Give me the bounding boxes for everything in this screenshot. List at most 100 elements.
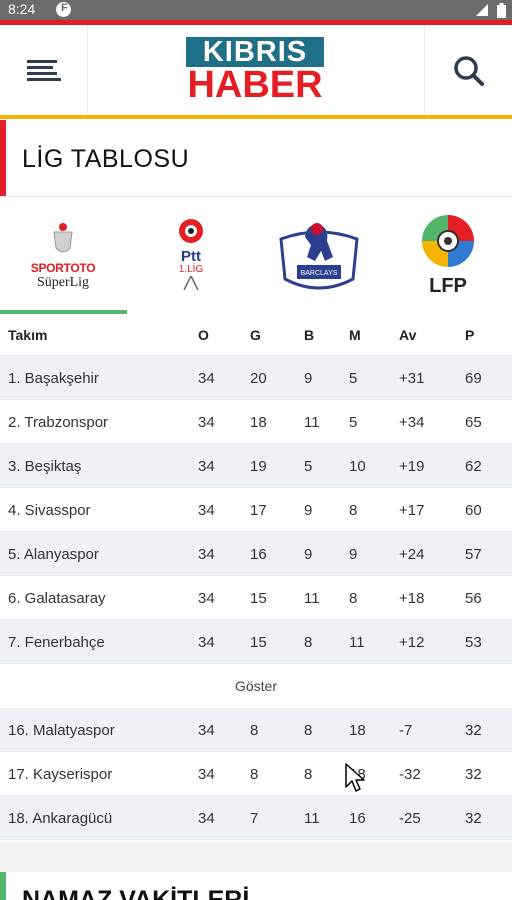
cell-o: 34 (198, 369, 215, 387)
lfp-logo: LFP (421, 214, 475, 298)
cell-m: 8 (349, 501, 358, 519)
section-accent-bar (0, 120, 6, 196)
cell-team: 3. Beşiktaş (8, 457, 82, 475)
logo-bottom-text: HABER (187, 64, 323, 106)
logo-top-text: KIBRIS (186, 37, 324, 68)
cell-g: 19 (250, 457, 267, 475)
cell-o: 34 (198, 633, 215, 651)
cell-team: 17. Kayserispor (8, 765, 113, 783)
league-tabs: SPORTOTO SüperLig Ptt 1.LİG BARCLAYS LFP (0, 197, 512, 315)
trophy-icon (53, 222, 73, 252)
cell-g: 15 (250, 589, 267, 607)
table-row[interactable]: 4. Sivasspor 34 17 9 8 +17 60 (0, 488, 512, 532)
header-g: G (250, 327, 261, 343)
table-row[interactable]: 2. Trabzonspor 34 18 11 5 +34 65 (0, 400, 512, 444)
cell-o: 34 (198, 721, 215, 739)
table-row[interactable]: 5. Alanyaspor 34 16 9 9 +24 57 (0, 532, 512, 576)
lig-text: 1.LİG (178, 263, 204, 275)
table-row[interactable]: 7. Fenerbahçe 34 15 8 11 +12 53 (0, 620, 512, 664)
cell-m: 11 (349, 633, 365, 651)
cell-team: 16. Malatyaspor (8, 721, 115, 739)
header-p: P (465, 327, 475, 343)
section-gap (0, 842, 512, 872)
cell-p: 69 (465, 369, 482, 387)
tab-premier-league[interactable]: BARCLAYS (256, 197, 382, 315)
cell-team: 2. Trabzonspor (8, 413, 109, 431)
cell-av: -32 (399, 765, 421, 783)
cell-g: 15 (250, 633, 267, 651)
cell-team: 1. Başakşehir (8, 369, 99, 387)
signal-icon (476, 4, 488, 16)
trophy-stand-icon (183, 275, 199, 290)
cell-p: 57 (465, 545, 482, 563)
tab-ptt-1-lig[interactable]: Ptt 1.LİG (128, 197, 254, 315)
cell-b: 11 (304, 809, 320, 827)
table-row[interactable]: 16. Malatyaspor 34 8 8 18 -7 32 (0, 708, 512, 752)
cell-g: 16 (250, 545, 267, 563)
table-header-row: Takım O G B M Av P (0, 314, 512, 356)
tab-lfp[interactable]: LFP (384, 197, 512, 315)
cell-m: 8 (349, 589, 358, 607)
app-header: KIBRIS HABER (0, 25, 512, 116)
cell-av: +12 (399, 633, 425, 651)
cell-g: 18 (250, 413, 267, 431)
next-section-title: NAMAZ VAKİTLERİ (22, 886, 250, 900)
cell-b: 8 (304, 721, 313, 739)
section-accent-bar (0, 872, 6, 900)
cell-av: +17 (399, 501, 425, 519)
lfp-text: LFP (429, 275, 467, 297)
cell-b: 9 (304, 501, 313, 519)
cell-b: 8 (304, 633, 313, 651)
cell-team: 6. Galatasaray (8, 589, 106, 607)
cell-team: 4. Sivasspor (8, 501, 91, 519)
battery-icon (497, 2, 506, 18)
ball-icon (179, 218, 203, 243)
cell-av: +18 (399, 589, 425, 607)
cell-team: 5. Alanyaspor (8, 545, 99, 563)
mouse-cursor-icon (345, 763, 365, 792)
cell-o: 34 (198, 501, 215, 519)
show-more-button[interactable]: Göster (0, 664, 512, 708)
table-row[interactable]: 6. Galatasaray 34 15 11 8 +18 56 (0, 576, 512, 620)
cell-m: 16 (349, 809, 366, 827)
cell-p: 56 (465, 589, 482, 607)
app-notification-letter: F (61, 2, 68, 14)
ptt-1-lig-logo: Ptt 1.LİG (178, 218, 204, 295)
barclays-text: BARCLAYS (301, 270, 338, 277)
cell-av: -7 (399, 721, 413, 739)
cell-o: 34 (198, 413, 215, 431)
cell-p: 65 (465, 413, 482, 431)
menu-button[interactable] (0, 25, 88, 116)
header-m: M (349, 327, 361, 343)
cell-p: 32 (465, 765, 482, 783)
header-b: B (304, 327, 315, 343)
cell-b: 9 (304, 545, 313, 563)
search-button[interactable] (424, 25, 512, 116)
table-row[interactable]: 1. Başakşehir 34 20 9 5 +31 69 (0, 356, 512, 400)
lfp-ball-icon (422, 215, 474, 267)
premier-league-logo: BARCLAYS (279, 223, 359, 290)
table-row[interactable]: 3. Beşiktaş 34 19 5 10 +19 62 (0, 444, 512, 488)
cell-g: 7 (250, 809, 259, 827)
cell-o: 34 (198, 589, 215, 607)
table-row[interactable]: 17. Kayserispor348818-3232 (0, 752, 512, 796)
cell-g: 8 (250, 765, 259, 783)
standings-top-rows: 1. Başakşehir 34 20 9 5 +31 69 2. Trabzonspor 34… (0, 356, 512, 664)
cell-p: 53 (465, 633, 482, 651)
cell-b: 8 (304, 765, 313, 783)
ptt-text: Ptt (181, 247, 201, 265)
sportoto-superlig-logo: SPORTOTO SüperLig (31, 222, 96, 291)
tab-superlig[interactable]: SPORTOTO SüperLig (0, 197, 126, 315)
cell-b: 11 (304, 413, 320, 431)
section-title: LİG TABLOSU (22, 145, 190, 173)
site-logo[interactable]: KIBRIS HABER (186, 37, 324, 106)
league-table-section-header: LİG TABLOSU (0, 120, 512, 196)
header-av: Av (399, 327, 417, 343)
cell-o: 34 (198, 765, 215, 783)
cell-p: 60 (465, 501, 482, 519)
superlig-text: SüperLig (36, 274, 90, 290)
hamburger-menu-icon (26, 59, 61, 81)
cell-av: -25 (399, 809, 421, 827)
cell-o: 34 (198, 457, 215, 475)
table-row[interactable]: 18. Ankaragücü 34 7 11 16 -25 32 (0, 796, 512, 840)
